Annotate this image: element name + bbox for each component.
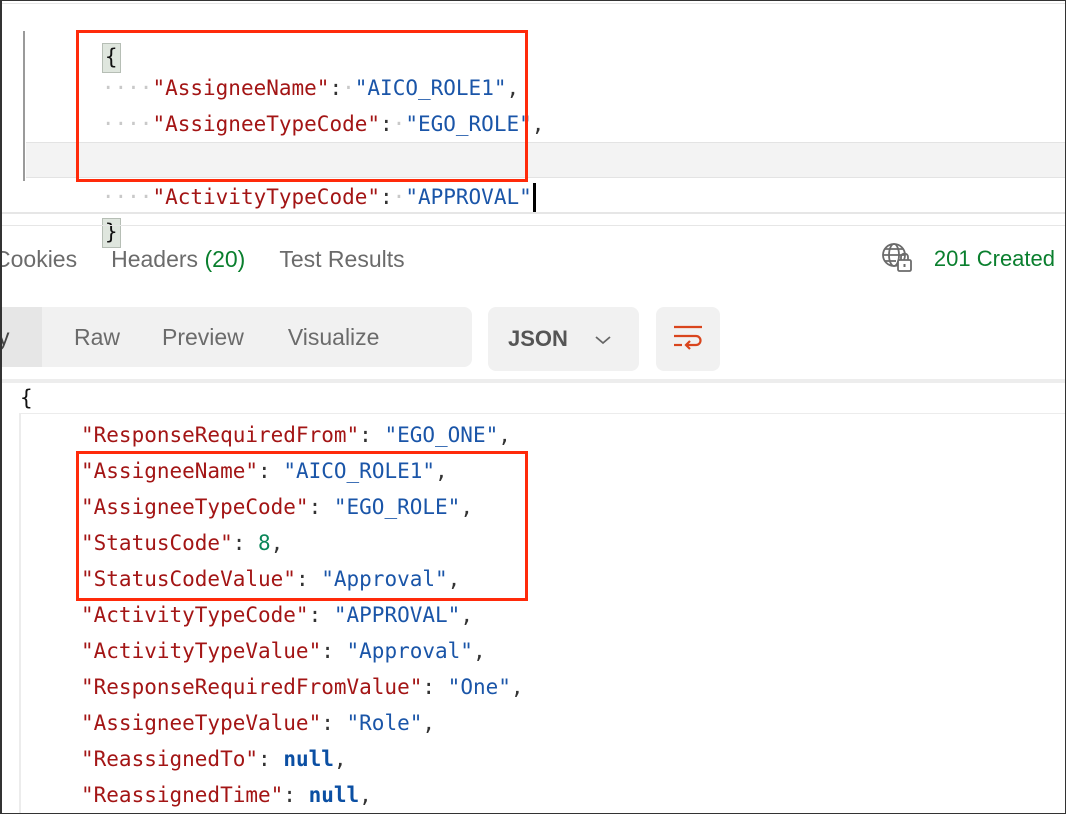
response-status: 201 Created xyxy=(880,239,1055,279)
headers-count: (20) xyxy=(204,245,246,272)
request-body-editor[interactable]: { ····"AssigneeName":·"AICO_ROLE1", ····… xyxy=(2,1,1065,248)
tab-test-results[interactable]: Test Results xyxy=(279,246,404,273)
view-mode-preview[interactable]: Preview xyxy=(162,324,244,351)
request-line[interactable]: ····"AssigneeTypeCode":·"EGO_ROLE", xyxy=(26,70,545,136)
chevron-down-icon xyxy=(594,326,612,352)
response-line: "StatusCode": 8, xyxy=(81,531,284,555)
divider xyxy=(2,212,1065,214)
view-mode-segmented-control: y Raw Preview Visualize xyxy=(2,307,472,367)
response-line: "ActivityTypeCode": "APPROVAL", xyxy=(81,603,473,627)
view-mode-visualize[interactable]: Visualize xyxy=(288,324,380,351)
request-line[interactable]: ····"StatusCode":·8, xyxy=(26,106,355,172)
response-line: "ActivityTypeValue": "Approval", xyxy=(81,639,486,663)
request-line-active[interactable]: ····"ActivityTypeCode":·"APPROVAL" xyxy=(26,142,1065,213)
tab-cookies[interactable]: Cookies xyxy=(2,246,77,273)
response-first-line xyxy=(20,383,1065,414)
format-select[interactable]: JSON xyxy=(488,307,639,371)
request-line[interactable]: ····"AssigneeName":·"AICO_ROLE1", xyxy=(26,34,519,100)
response-line: "ReassignedTime": null, xyxy=(81,783,372,807)
globe-lock-icon[interactable] xyxy=(880,241,914,278)
response-line: "AssigneeName": "AICO_ROLE1", xyxy=(81,459,448,483)
wrap-lines-button[interactable] xyxy=(656,307,720,371)
response-line: "AssigneeTypeValue": "Role", xyxy=(81,711,436,735)
response-tabs: Cookies Headers (20) Test Results xyxy=(2,239,439,279)
response-line: "StatusCodeValue": "Approval", xyxy=(81,567,461,591)
indent-guide xyxy=(19,413,21,813)
json-value: "APPROVAL" xyxy=(405,185,532,209)
response-line: "ResponseRequiredFrom": "EGO_ONE", xyxy=(81,423,511,447)
response-line: "ResponseRequiredFromValue": "One", xyxy=(81,675,524,699)
tab-headers[interactable]: Headers (20) xyxy=(111,246,245,273)
wrap-lines-icon xyxy=(672,323,704,356)
json-key: "ActivityTypeCode" xyxy=(152,185,381,209)
response-line: "ReassignedTo": null, xyxy=(81,747,347,771)
format-selected-value: JSON xyxy=(508,326,568,351)
view-mode-pretty[interactable]: y xyxy=(2,307,42,367)
response-open-brace: { xyxy=(20,386,33,410)
indent-guide xyxy=(23,31,25,181)
status-code: 201 Created xyxy=(933,246,1055,271)
request-close-brace-line: } xyxy=(26,178,121,248)
json-value: "EGO_ROLE" xyxy=(405,112,532,136)
divider xyxy=(2,225,1065,226)
text-cursor xyxy=(532,183,536,213)
response-line: "AssigneeTypeCode": "EGO_ROLE", xyxy=(81,495,473,519)
view-mode-raw[interactable]: Raw xyxy=(74,324,120,351)
postman-window: { ····"AssigneeName":·"AICO_ROLE1", ····… xyxy=(0,0,1066,814)
divider xyxy=(2,3,1065,4)
